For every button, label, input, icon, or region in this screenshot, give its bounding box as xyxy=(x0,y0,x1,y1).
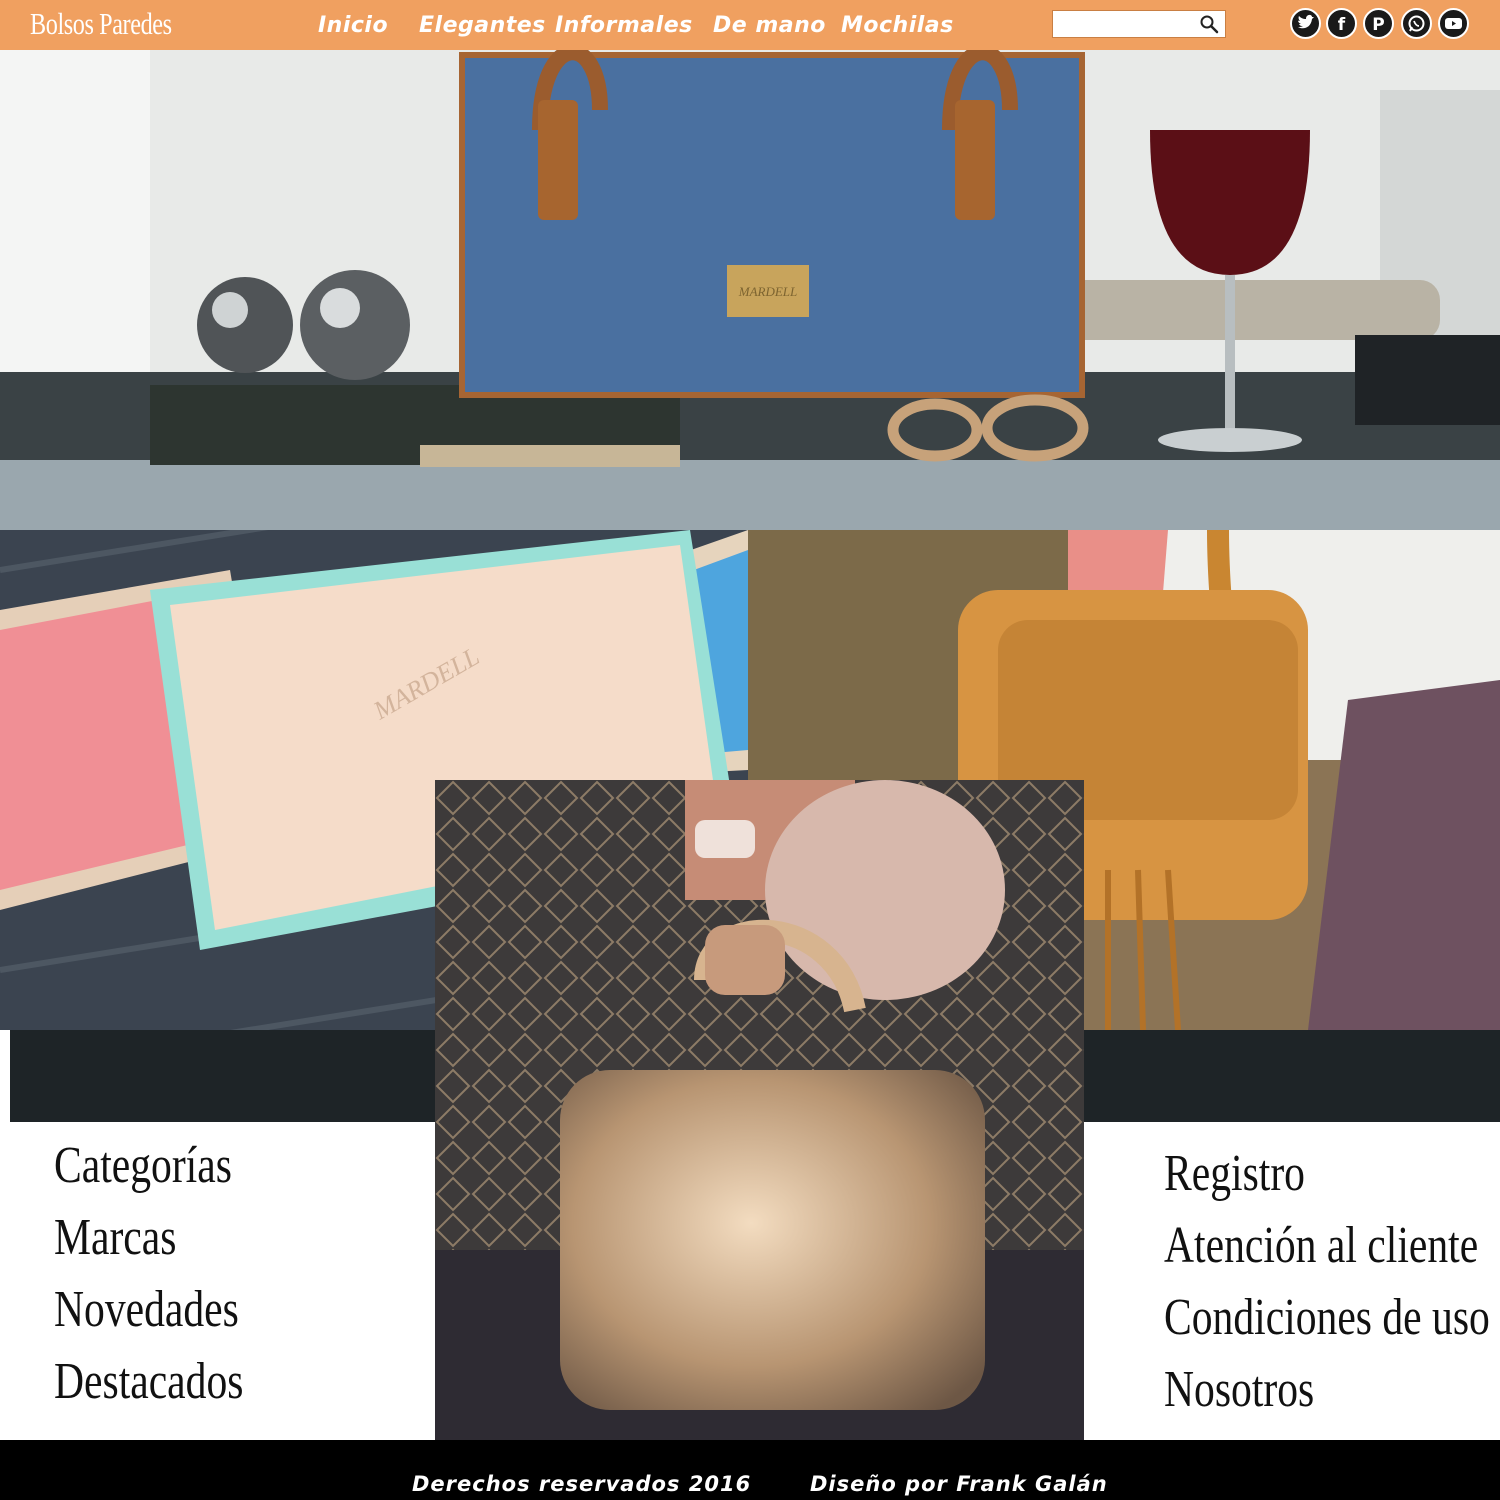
search-box xyxy=(1052,10,1226,38)
nav-de-mano[interactable]: De mano xyxy=(713,13,826,38)
footer-rights: Derechos reservados 2016 xyxy=(412,1472,752,1496)
twitter-icon[interactable] xyxy=(1290,8,1321,39)
whatsapp-icon[interactable] xyxy=(1401,8,1432,39)
facebook-icon[interactable]: f xyxy=(1326,8,1357,39)
hero-image: MARDELL xyxy=(0,50,1500,530)
site-logo[interactable]: Bolsos Paredes xyxy=(30,6,172,42)
nav-elegantes[interactable]: Elegantes xyxy=(419,13,546,38)
link-registro[interactable]: Registro xyxy=(1164,1148,1305,1200)
gold-bag-photo[interactable] xyxy=(435,780,1084,1440)
nav-inicio[interactable]: Inicio xyxy=(318,13,388,38)
hero-photo[interactable]: MARDELL xyxy=(0,50,1500,530)
gold-bag-image xyxy=(435,780,1084,1440)
link-atencion-cliente[interactable]: Atención al cliente xyxy=(1164,1220,1478,1272)
hero-brand-plate: MARDELL xyxy=(738,284,798,299)
link-marcas[interactable]: Marcas xyxy=(54,1212,176,1264)
footer-credit: Diseño por Frank Galán xyxy=(810,1472,1108,1496)
pinterest-icon[interactable]: P xyxy=(1363,8,1394,39)
search-icon[interactable] xyxy=(1199,14,1219,34)
nav-informales[interactable]: Informales xyxy=(555,13,693,38)
link-novedades[interactable]: Novedades xyxy=(54,1284,239,1336)
link-condiciones-uso[interactable]: Condiciones de uso xyxy=(1164,1292,1490,1344)
search-input[interactable] xyxy=(1057,12,1201,38)
link-categorias[interactable]: Categorías xyxy=(54,1140,232,1192)
youtube-icon[interactable] xyxy=(1438,8,1469,39)
link-nosotros[interactable]: Nosotros xyxy=(1164,1364,1314,1416)
nav-mochilas[interactable]: Mochilas xyxy=(841,13,954,38)
link-destacados[interactable]: Destacados xyxy=(54,1356,243,1408)
